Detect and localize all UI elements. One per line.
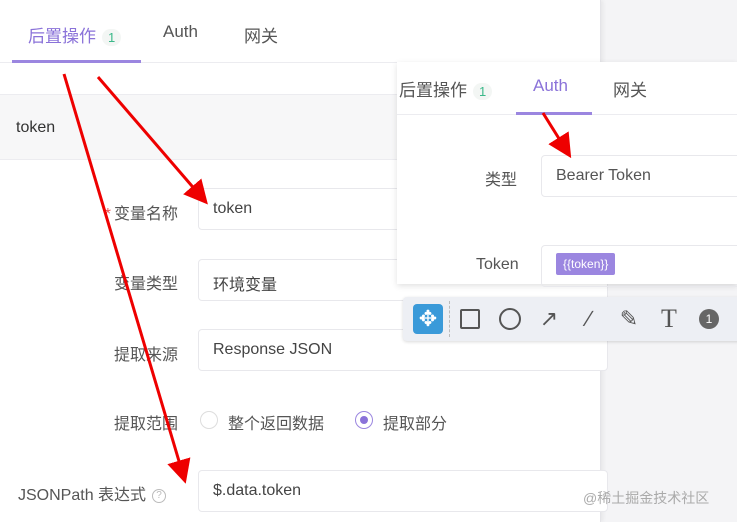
arrow-to-bearer-type [541, 112, 572, 159]
arrow-to-var-name [96, 76, 208, 205]
arrow-to-jsonpath [62, 73, 191, 484]
red-arrows-annotation [62, 73, 572, 484]
watermark: @稀土掘金技术社区 [583, 490, 710, 506]
